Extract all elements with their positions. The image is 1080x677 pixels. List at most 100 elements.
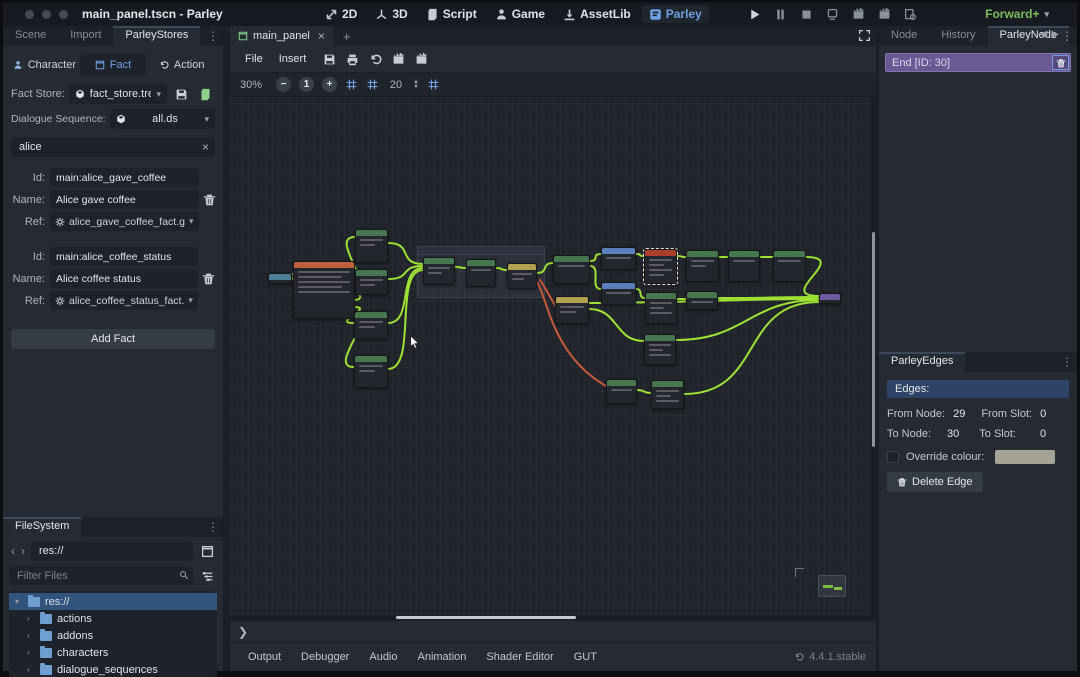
graph-node[interactable] — [686, 291, 718, 310]
fact-ref-dropdown[interactable]: alice_coffee_status_fact. ▾ — [50, 291, 198, 310]
graph-node[interactable] — [601, 247, 636, 270]
expand-icon[interactable]: › — [27, 665, 35, 674]
graph-node[interactable] — [354, 311, 388, 339]
tab-node[interactable]: Node — [879, 26, 929, 46]
nav-forward-icon[interactable]: › — [21, 544, 25, 558]
test-dialogue-icon[interactable] — [392, 53, 405, 66]
graph-node[interactable] — [644, 249, 677, 284]
graph-edge[interactable] — [636, 254, 644, 256]
fact-ref-dropdown[interactable]: alice_gave_coffee_fact.g ▾ — [50, 212, 199, 231]
play-button[interactable] — [748, 8, 761, 21]
snap-toggle-icon[interactable] — [345, 78, 358, 91]
zoom-reset-button[interactable]: 1 — [299, 77, 314, 92]
menu-file[interactable]: File — [238, 50, 270, 68]
tree-item-res[interactable]: ▾res:// — [9, 593, 217, 610]
edges-header[interactable]: Edges: — [887, 380, 1069, 398]
delete-fact-button[interactable] — [202, 244, 215, 313]
movie-maker-icon[interactable] — [852, 8, 865, 21]
graph-node[interactable] — [601, 282, 636, 305]
graph-node[interactable] — [651, 380, 684, 409]
expand-icon[interactable]: › — [27, 648, 35, 657]
graph-hscrollbar[interactable] — [230, 615, 876, 620]
tree-item-actions[interactable]: ›actions — [9, 610, 217, 627]
tree-item-characters[interactable]: ›characters — [9, 644, 217, 661]
bottom-tab-animation[interactable]: Animation — [410, 648, 475, 666]
tab-scroll-right-icon[interactable]: ▶ — [1051, 29, 1059, 40]
screen-3d-button[interactable]: 3D — [368, 5, 414, 23]
graph-node[interactable] — [644, 334, 676, 365]
graph-node[interactable] — [507, 263, 537, 289]
delete-fact-button[interactable] — [203, 165, 216, 234]
tab-parleyedges[interactable]: ParleyEdges — [879, 352, 965, 372]
screen-script-button[interactable]: Script — [419, 5, 484, 23]
tab-scroll-left-icon[interactable]: ◀ — [1040, 29, 1048, 40]
graph-node[interactable] — [606, 379, 637, 404]
colour-swatch[interactable] — [995, 450, 1055, 464]
tree-item-addons[interactable]: ›addons — [9, 627, 217, 644]
graph-node[interactable] — [645, 292, 677, 324]
new-store-button[interactable] — [195, 84, 215, 104]
fact-store-dropdown[interactable]: fact_store.tres ▾ — [69, 84, 167, 104]
collapse-icon[interactable]: ▾ — [15, 597, 23, 606]
filter-files-input[interactable] — [9, 566, 193, 585]
tab-import[interactable]: Import — [58, 26, 113, 46]
test-dialogue-from-start-icon[interactable] — [415, 53, 428, 66]
selected-node-item[interactable]: End [ID: 30] — [885, 53, 1071, 72]
distraction-free-icon[interactable] — [858, 29, 871, 42]
window-close-button[interactable] — [25, 10, 34, 19]
fact-store-button[interactable]: Fact — [80, 54, 147, 76]
graph-node[interactable] — [773, 250, 806, 282]
graph-node[interactable] — [555, 296, 589, 324]
bottom-tab-debugger[interactable]: Debugger — [293, 648, 357, 666]
menu-insert[interactable]: Insert — [272, 50, 314, 68]
expand-icon[interactable]: › — [27, 631, 35, 640]
graph-node[interactable] — [686, 250, 719, 282]
tab-main-panel[interactable]: main_panel × — [230, 26, 333, 46]
snap-step-spinner[interactable]: ▲▼ — [413, 80, 419, 90]
screen-2d-button[interactable]: 2D — [318, 5, 364, 23]
fact-search-input[interactable] — [11, 137, 215, 157]
delete-node-button[interactable] — [1052, 55, 1069, 70]
graph-node[interactable] — [466, 259, 496, 287]
minimap-toggle-icon[interactable] — [427, 78, 440, 91]
graph-edge[interactable] — [804, 257, 820, 296]
fact-name-field[interactable] — [50, 190, 199, 209]
graph-edge[interactable] — [684, 302, 819, 394]
tab-parleystores[interactable]: ParleyStores — [113, 26, 200, 46]
graph-edge[interactable] — [455, 267, 466, 268]
save-store-button[interactable] — [171, 84, 191, 104]
stop-button[interactable] — [800, 8, 813, 21]
graph-edge[interactable] — [388, 270, 423, 369]
graph-node[interactable] — [819, 293, 841, 304]
graph-node[interactable] — [728, 250, 760, 282]
close-tab-icon[interactable]: × — [318, 29, 325, 43]
zoom-out-button[interactable]: − — [276, 77, 291, 92]
fact-id-field[interactable] — [50, 247, 198, 266]
graph-edge[interactable] — [677, 256, 686, 257]
remote-debug-icon[interactable] — [826, 8, 839, 21]
snap-step-value[interactable]: 20 — [387, 79, 405, 91]
pause-button[interactable] — [774, 8, 787, 21]
graph-edge[interactable] — [590, 254, 601, 261]
expand-icon[interactable]: › — [27, 614, 35, 623]
dialogue-graph-canvas[interactable] — [230, 96, 876, 620]
bottom-tab-gut[interactable]: GUT — [566, 648, 605, 666]
tree-item-dialogue-sequences[interactable]: ›dialogue_sequences — [9, 661, 217, 677]
add-fact-button[interactable]: Add Fact — [11, 329, 215, 349]
path-input[interactable] — [31, 542, 193, 561]
screen-game-button[interactable]: Game — [488, 5, 552, 23]
window-controls[interactable] — [25, 10, 68, 19]
dock-menu-icon[interactable]: ⋮ — [207, 29, 219, 43]
graph-edge[interactable] — [636, 289, 645, 298]
sort-icon[interactable] — [197, 566, 217, 586]
vscroll-thumb[interactable] — [872, 232, 875, 447]
bottom-tab-shader-editor[interactable]: Shader Editor — [478, 648, 561, 666]
bottom-tab-audio[interactable]: Audio — [361, 648, 405, 666]
fact-name-field[interactable] — [50, 269, 198, 288]
graph-node[interactable] — [268, 273, 292, 284]
graph-edge[interactable] — [590, 266, 601, 289]
graph-node[interactable] — [355, 229, 388, 263]
refresh-icon[interactable] — [369, 53, 382, 66]
zoom-in-button[interactable]: + — [322, 77, 337, 92]
override-colour-checkbox[interactable] — [887, 451, 899, 463]
